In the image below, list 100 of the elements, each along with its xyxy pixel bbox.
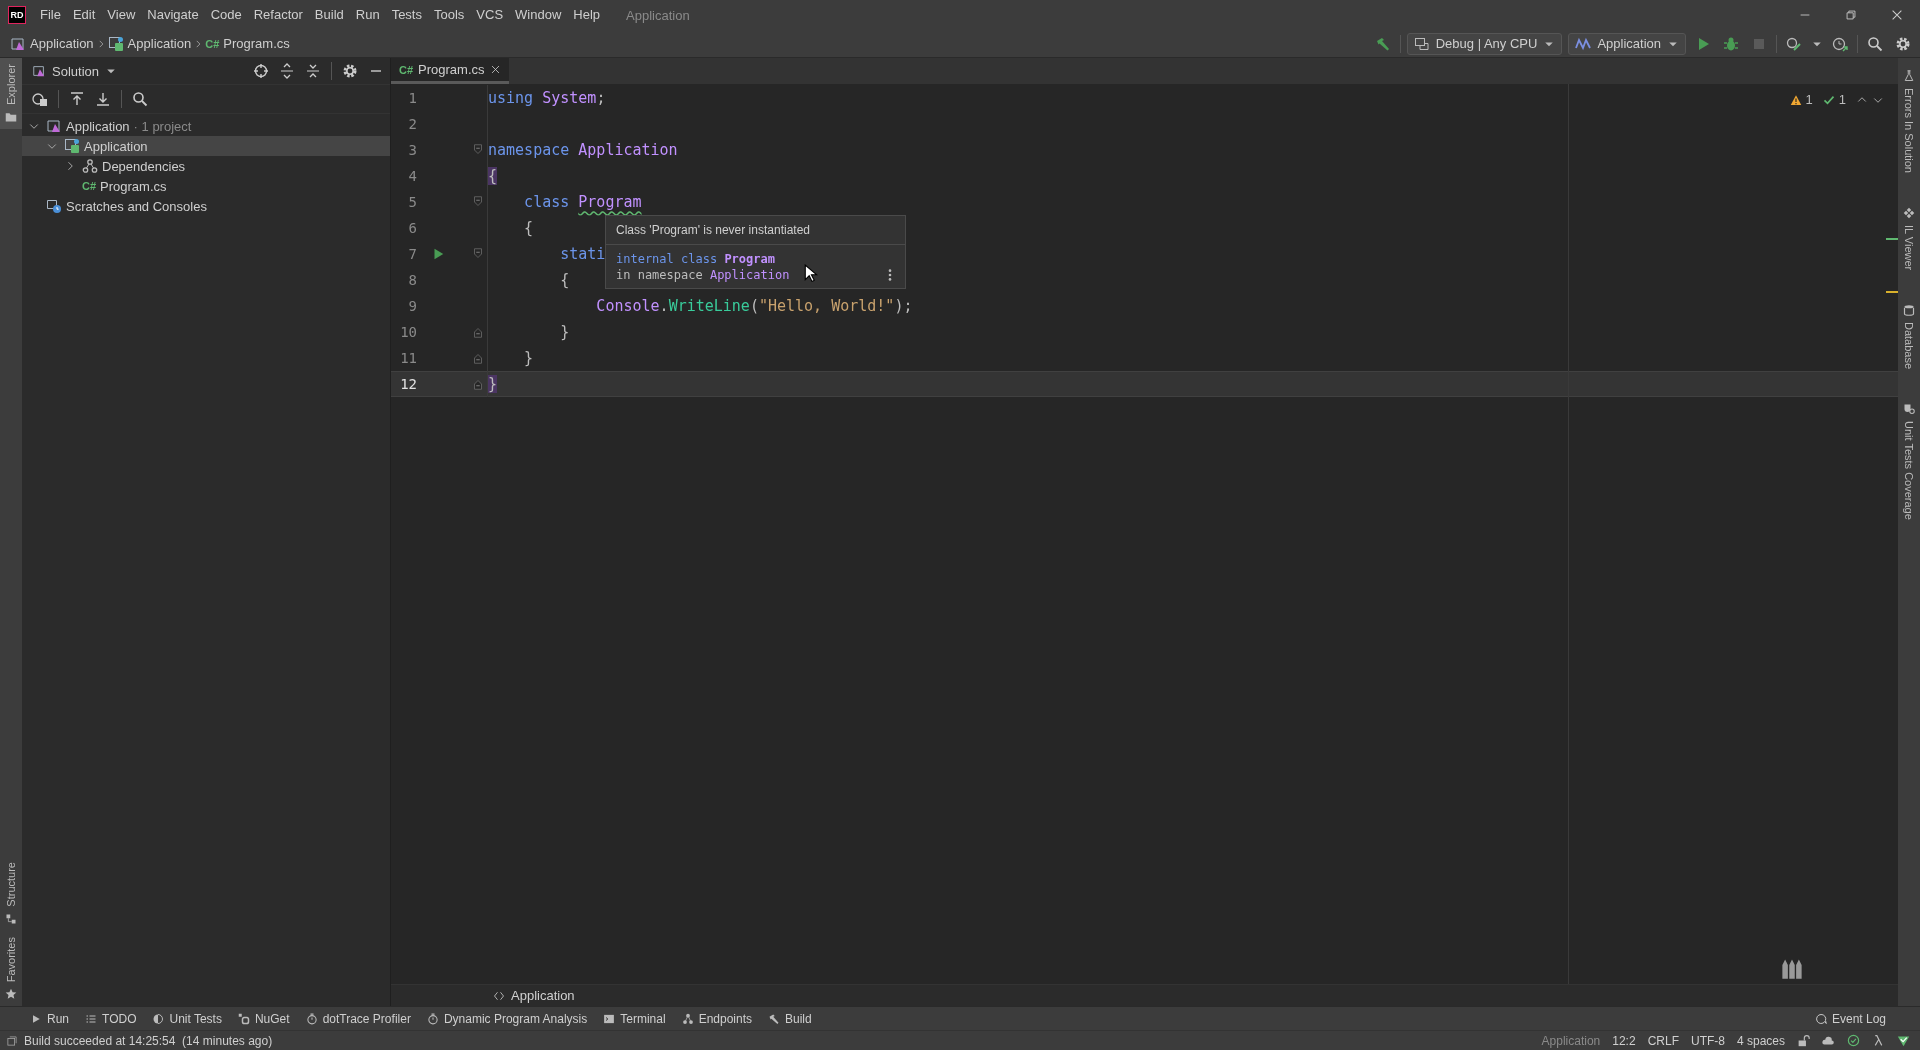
close-icon[interactable] bbox=[489, 64, 501, 75]
view-dropdown[interactable]: Solution bbox=[28, 61, 121, 81]
tool-window-button[interactable]: Event Log bbox=[1812, 1011, 1896, 1026]
solution-icon bbox=[32, 64, 46, 78]
tree-item[interactable]: C# Program.cs bbox=[22, 176, 390, 196]
tool-window-button[interactable]: dotTrace Profiler bbox=[303, 1011, 421, 1026]
folder-icon bbox=[5, 110, 17, 123]
menu-item[interactable]: Tools bbox=[427, 0, 471, 30]
warning-icon bbox=[1789, 93, 1802, 106]
bug-icon[interactable] bbox=[1723, 35, 1739, 52]
passed-count: 1 bbox=[1838, 92, 1846, 107]
menu-item[interactable]: Run bbox=[349, 0, 386, 30]
tool-window-button[interactable]: Structure bbox=[0, 856, 22, 931]
expand-all-icon[interactable] bbox=[279, 63, 295, 79]
tree-item[interactable]: Scratches and Consoles bbox=[22, 196, 390, 216]
tree-item[interactable]: Dependencies bbox=[22, 156, 390, 176]
star-icon bbox=[5, 988, 17, 1000]
speech-bubble-icon bbox=[1814, 1012, 1827, 1025]
breadcrumb[interactable]: Application bbox=[105, 35, 194, 52]
status-item[interactable]: CRLF bbox=[1647, 1033, 1679, 1048]
upload-icon[interactable] bbox=[69, 91, 85, 107]
warning-count: 1 bbox=[1805, 92, 1813, 107]
line-number: 1 bbox=[407, 90, 417, 106]
profiler-icon[interactable] bbox=[1786, 35, 1802, 52]
tool-window-button[interactable]: Endpoints bbox=[679, 1011, 762, 1026]
check-circle-icon[interactable] bbox=[1847, 1034, 1860, 1047]
solution-icon bbox=[46, 118, 62, 134]
settings-icon[interactable] bbox=[342, 63, 358, 79]
run-target-dropdown[interactable]: Application bbox=[1568, 32, 1686, 55]
menu-item[interactable]: Build bbox=[308, 0, 350, 30]
status-item[interactable]: 4 spaces bbox=[1736, 1033, 1785, 1048]
status-item[interactable]: UTF-8 bbox=[1690, 1033, 1725, 1048]
hammer-icon[interactable] bbox=[1374, 35, 1391, 52]
menu-item[interactable]: Code bbox=[204, 0, 248, 30]
menu-item[interactable]: File bbox=[34, 0, 67, 30]
tree-item[interactable]: Application bbox=[22, 136, 390, 156]
hammer-icon bbox=[768, 1012, 780, 1025]
menu-item[interactable]: Help bbox=[567, 0, 607, 30]
tool-window-button[interactable]: Unit Tests Coverage bbox=[1898, 397, 1920, 527]
list-icon bbox=[85, 1012, 97, 1025]
csharp-file-icon: C# bbox=[205, 37, 220, 50]
breadcrumb[interactable]: C# Program.cs bbox=[203, 36, 292, 51]
eye-icon[interactable] bbox=[32, 91, 48, 107]
tool-window-button[interactable]: Database bbox=[1898, 298, 1920, 376]
timer-icon bbox=[305, 1012, 318, 1025]
menu-item[interactable]: Refactor bbox=[247, 0, 309, 30]
tree-item[interactable]: Application · 1 project bbox=[22, 116, 390, 136]
download-icon[interactable] bbox=[95, 91, 111, 107]
project-icon bbox=[107, 35, 124, 52]
tool-window-button[interactable]: Run bbox=[28, 1011, 79, 1026]
tool-window-button[interactable]: Unit Tests bbox=[150, 1011, 232, 1026]
menu-item[interactable]: View bbox=[101, 0, 142, 30]
menu-item[interactable]: Navigate bbox=[141, 0, 205, 30]
lock-icon[interactable] bbox=[1797, 1034, 1810, 1047]
tool-window-button[interactable]: Errors In Solution bbox=[1898, 64, 1920, 179]
breadcrumb[interactable]: Application bbox=[8, 35, 96, 52]
clock-icon[interactable] bbox=[1832, 35, 1848, 52]
configuration-dropdown[interactable]: Debug | Any CPU bbox=[1406, 32, 1563, 55]
line-number: 10 bbox=[399, 324, 417, 340]
window-title: Application bbox=[626, 7, 690, 23]
locate-icon[interactable] bbox=[253, 63, 269, 79]
tool-window-button[interactable]: IL Viewer bbox=[1898, 201, 1920, 277]
breadcrumb[interactable]: Application bbox=[493, 988, 575, 1003]
menu-item[interactable]: Tests bbox=[385, 0, 428, 30]
search-icon[interactable] bbox=[1867, 35, 1883, 52]
code-line: namespace Application bbox=[488, 141, 678, 159]
line-number: 11 bbox=[399, 350, 417, 366]
nuget-icon bbox=[237, 1012, 250, 1025]
tool-window-button[interactable]: Build bbox=[766, 1011, 822, 1026]
pencils-icon[interactable] bbox=[1781, 958, 1803, 980]
tool-window-button[interactable]: Explorer bbox=[0, 58, 22, 129]
project-icon bbox=[64, 138, 80, 154]
code-line: } bbox=[523, 349, 534, 367]
menu-item[interactable]: VCS bbox=[470, 0, 510, 30]
settings-icon[interactable] bbox=[1895, 35, 1911, 52]
restore-icon[interactable] bbox=[1844, 8, 1858, 22]
tool-window-button[interactable]: NuGet bbox=[235, 1011, 300, 1026]
search-icon[interactable] bbox=[132, 91, 148, 107]
tool-window-button[interactable]: Dynamic Program Analysis bbox=[424, 1011, 598, 1026]
shield-icon[interactable] bbox=[1897, 1034, 1910, 1047]
code-line: class Program bbox=[523, 193, 642, 211]
collapse-all-icon[interactable] bbox=[305, 63, 321, 79]
lambda-icon[interactable] bbox=[1872, 1034, 1885, 1047]
terminal-icon bbox=[603, 1012, 616, 1025]
dependencies-icon bbox=[82, 158, 98, 174]
menu-item[interactable]: Window bbox=[509, 0, 568, 30]
namespace-text: in namespace Application bbox=[616, 267, 790, 283]
tool-window-button[interactable]: TODO bbox=[83, 1011, 147, 1026]
tool-window-button[interactable]: Favorites bbox=[0, 930, 22, 1006]
frame-icon[interactable] bbox=[6, 1034, 18, 1047]
status-item[interactable]: 12:2 bbox=[1612, 1033, 1636, 1048]
line-number: 12 bbox=[399, 376, 417, 392]
signature-text: internal class Program bbox=[616, 251, 775, 267]
close-icon[interactable] bbox=[1890, 8, 1904, 22]
line-number: 2 bbox=[407, 116, 417, 132]
cloud-icon[interactable] bbox=[1822, 1034, 1835, 1047]
menu-item[interactable]: Edit bbox=[66, 0, 102, 30]
line-number: 5 bbox=[407, 194, 417, 210]
tool-window-button[interactable]: Terminal bbox=[601, 1011, 676, 1026]
editor-tab[interactable]: C# Program.cs bbox=[391, 58, 509, 84]
